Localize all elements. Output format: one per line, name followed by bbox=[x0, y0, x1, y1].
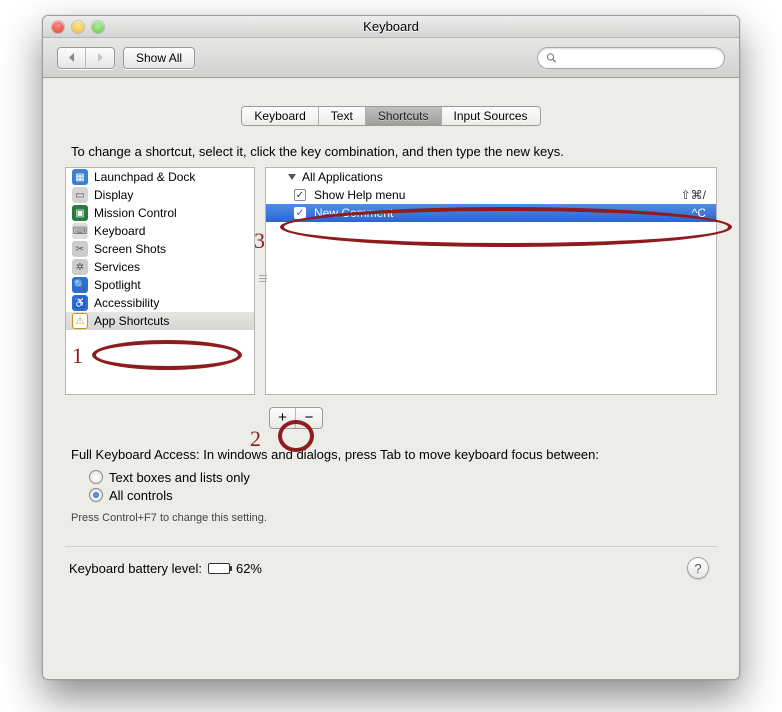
resize-handle-icon[interactable] bbox=[259, 267, 267, 289]
tab-shortcuts[interactable]: Shortcuts bbox=[366, 107, 442, 125]
spotlight-icon: 🔍 bbox=[72, 277, 88, 293]
fka-hint: Press Control+F7 to change this setting. bbox=[65, 504, 717, 540]
full-keyboard-access-text: Full Keyboard Access: In windows and dia… bbox=[65, 447, 717, 462]
window-controls bbox=[43, 21, 104, 33]
disclosure-triangle-icon[interactable] bbox=[288, 174, 296, 180]
content-area: Keyboard Text Shortcuts Input Sources To… bbox=[43, 78, 739, 595]
radio-all-controls[interactable]: All controls bbox=[89, 486, 717, 504]
sidebar-item-spotlight[interactable]: 🔍 Spotlight bbox=[66, 276, 254, 294]
sidebar-item-app-shortcuts[interactable]: ⚠ App Shortcuts bbox=[66, 312, 254, 330]
instruction-text: To change a shortcut, select it, click t… bbox=[65, 144, 717, 159]
sidebar-item-label: Mission Control bbox=[94, 206, 177, 220]
tab-text[interactable]: Text bbox=[319, 107, 366, 125]
sidebar-item-display[interactable]: ▭ Display bbox=[66, 186, 254, 204]
bottom-bar: Keyboard battery level: 62% ? bbox=[65, 546, 717, 579]
battery-icon bbox=[208, 563, 230, 574]
sidebar-item-accessibility[interactable]: ♿ Accessibility bbox=[66, 294, 254, 312]
tab-input-sources[interactable]: Input Sources bbox=[442, 107, 540, 125]
zoom-window-icon[interactable] bbox=[92, 21, 104, 33]
nav-back-forward bbox=[57, 47, 115, 69]
back-button[interactable] bbox=[58, 48, 86, 68]
sidebar-item-label: Screen Shots bbox=[94, 242, 166, 256]
radio-icon[interactable] bbox=[89, 488, 103, 502]
close-window-icon[interactable] bbox=[52, 21, 64, 33]
sidebar-item-keyboard[interactable]: ⌨ Keyboard bbox=[66, 222, 254, 240]
forward-button[interactable] bbox=[86, 48, 114, 68]
radio-label: Text boxes and lists only bbox=[109, 470, 250, 485]
shortcut-keys[interactable]: ^C bbox=[692, 206, 706, 220]
battery-percent: 62% bbox=[236, 561, 262, 576]
help-button[interactable]: ? bbox=[687, 557, 709, 579]
radio-icon[interactable] bbox=[89, 470, 103, 484]
sidebar-item-label: Keyboard bbox=[94, 224, 145, 238]
sidebar-item-label: Display bbox=[94, 188, 133, 202]
sidebar-item-services[interactable]: ✲ Services bbox=[66, 258, 254, 276]
shortcut-keys[interactable]: ⇧⌘/ bbox=[681, 188, 706, 202]
shortcut-row-show-help[interactable]: ✓ Show Help menu ⇧⌘/ bbox=[266, 186, 716, 204]
screenshot-icon: ✂ bbox=[72, 241, 88, 257]
sidebar-item-launchpad[interactable]: ▦ Launchpad & Dock bbox=[66, 168, 254, 186]
add-shortcut-button[interactable]: + bbox=[270, 408, 296, 428]
sidebar-item-screen-shots[interactable]: ✂ Screen Shots bbox=[66, 240, 254, 258]
tree-group-label: All Applications bbox=[302, 170, 383, 184]
tree-group-all-applications[interactable]: All Applications bbox=[266, 168, 716, 186]
launchpad-icon: ▦ bbox=[72, 169, 88, 185]
titlebar: Keyboard bbox=[43, 16, 739, 38]
preferences-window: Keyboard Show All Keyboard Text Shortcut… bbox=[42, 15, 740, 680]
tab-bar: Keyboard Text Shortcuts Input Sources bbox=[65, 106, 717, 126]
shortcut-row-new-comment[interactable]: ✓ New Comment ^C bbox=[266, 204, 716, 222]
sidebar-item-label: App Shortcuts bbox=[94, 314, 169, 328]
window-title: Keyboard bbox=[43, 19, 739, 34]
shortcut-panels: ▦ Launchpad & Dock ▭ Display ▣ Mission C… bbox=[65, 167, 717, 395]
tab-keyboard[interactable]: Keyboard bbox=[242, 107, 318, 125]
accessibility-icon: ♿ bbox=[72, 295, 88, 311]
chevron-right-icon bbox=[96, 53, 104, 62]
display-icon: ▭ bbox=[72, 187, 88, 203]
sidebar-item-label: Accessibility bbox=[94, 296, 159, 310]
checkbox-icon[interactable]: ✓ bbox=[294, 207, 306, 219]
keyboard-icon: ⌨ bbox=[72, 223, 88, 239]
search-field[interactable] bbox=[537, 47, 725, 69]
sidebar-item-label: Launchpad & Dock bbox=[94, 170, 195, 184]
shortcut-label: New Comment bbox=[314, 206, 684, 220]
search-input[interactable] bbox=[561, 51, 716, 65]
mission-control-icon: ▣ bbox=[72, 205, 88, 221]
sidebar-item-label: Spotlight bbox=[94, 278, 141, 292]
sidebar-item-label: Services bbox=[94, 260, 140, 274]
minimize-window-icon[interactable] bbox=[72, 21, 84, 33]
show-all-button[interactable]: Show All bbox=[123, 47, 195, 69]
add-remove-control: + − bbox=[269, 407, 323, 429]
chevron-left-icon bbox=[68, 53, 76, 62]
services-icon: ✲ bbox=[72, 259, 88, 275]
warning-icon: ⚠ bbox=[72, 313, 88, 329]
radio-label: All controls bbox=[109, 488, 173, 503]
sidebar-item-mission-control[interactable]: ▣ Mission Control bbox=[66, 204, 254, 222]
battery-label: Keyboard battery level: bbox=[69, 561, 202, 576]
toolbar: Show All bbox=[43, 38, 739, 78]
radio-text-boxes-only[interactable]: Text boxes and lists only bbox=[89, 468, 717, 486]
shortcut-tree[interactable]: All Applications ✓ Show Help menu ⇧⌘/ ✓ … bbox=[265, 167, 717, 395]
remove-shortcut-button[interactable]: − bbox=[296, 408, 322, 428]
shortcut-label: Show Help menu bbox=[314, 188, 673, 202]
category-list[interactable]: ▦ Launchpad & Dock ▭ Display ▣ Mission C… bbox=[65, 167, 255, 395]
battery-status: Keyboard battery level: 62% bbox=[69, 561, 262, 576]
checkbox-icon[interactable]: ✓ bbox=[294, 189, 306, 201]
radio-group-fka: Text boxes and lists only All controls bbox=[65, 468, 717, 504]
search-icon bbox=[546, 52, 557, 64]
